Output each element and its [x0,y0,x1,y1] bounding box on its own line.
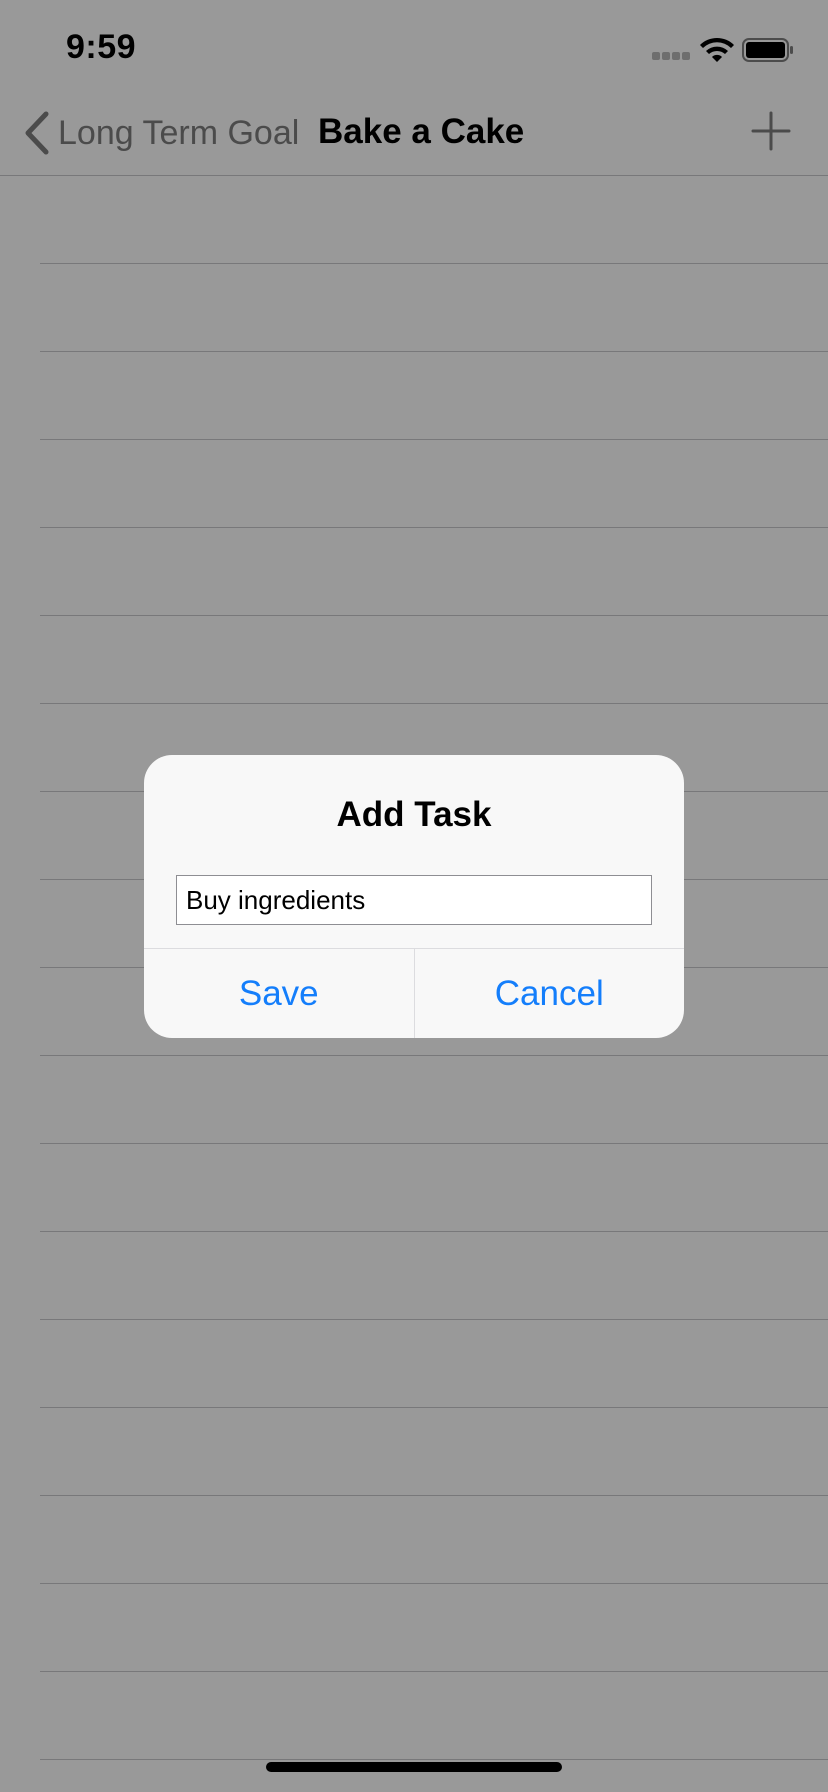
task-name-input[interactable] [176,875,652,925]
save-button[interactable]: Save [144,949,414,1038]
alert-title: Add Task [336,795,492,834]
cancel-button[interactable]: Cancel [413,949,685,1038]
alert-actions: Save Cancel [144,948,684,1038]
home-indicator [266,1762,562,1772]
add-task-alert: Add Task Save Cancel [144,755,684,1038]
